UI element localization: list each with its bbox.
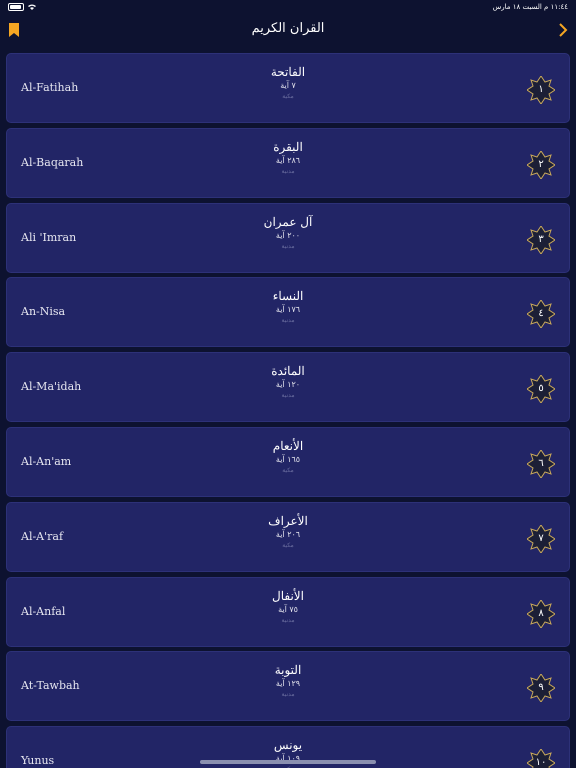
surah-number-badge: ٩ <box>527 674 555 703</box>
surah-row[interactable]: Al-Ma'idah المائدة ١٢٠ آية مدنية ٥ <box>6 352 570 423</box>
surah-number: ٢ <box>538 158 544 170</box>
surah-arabic-name: يونس <box>273 738 303 753</box>
surah-arabic-name: المائدة <box>271 364 305 379</box>
surah-info: الأنفال ٧٥ آية مدنية <box>7 588 569 626</box>
surah-ayat-count: ١٧٦ آية <box>275 305 301 315</box>
surah-ayat-count: ٢٠٦ آية <box>275 529 301 539</box>
surah-arabic-name: التوبة <box>274 663 302 678</box>
surah-revelation-place: مدنية <box>281 317 295 325</box>
surah-number-badge: ١ <box>527 76 555 104</box>
surah-ayat-count: ٧٥ آية <box>278 604 298 614</box>
surah-revelation-place: مدنية <box>281 691 295 699</box>
surah-number-badge: ٥ <box>527 375 555 404</box>
surah-ayat-count: ٢٨٦ آية <box>275 155 301 165</box>
surah-info: النساء ١٧٦ آية مدنية <box>7 288 569 326</box>
surah-number-badge: ٤ <box>527 300 555 329</box>
surah-info: الأنعام ١٦٥ آية مكية <box>7 438 569 476</box>
surah-number: ٨ <box>538 607 544 619</box>
surah-arabic-name: الأنعام <box>272 439 304 453</box>
surah-row[interactable]: Ali 'Imran آل عمران ٢٠٠ آية مدنية ٣ <box>6 202 570 273</box>
surah-number-badge: ٣ <box>527 225 555 254</box>
surah-info: الفاتحة ٧ آية مكية <box>7 64 569 102</box>
status-icons <box>8 3 36 11</box>
surah-revelation-place: مدنية <box>281 616 295 624</box>
surah-revelation-place: مدنية <box>281 242 295 250</box>
surah-info: آل عمران ٢٠٠ آية مدنية <box>7 214 569 252</box>
surah-row[interactable]: Al-A'raf الأعراف ٢٠٦ آية مكية ٧ <box>6 501 570 572</box>
surah-number: ٣ <box>538 233 544 245</box>
surah-revelation-place: مكية <box>282 467 294 474</box>
surah-number: ٧ <box>538 532 544 544</box>
home-indicator[interactable] <box>200 760 376 764</box>
surah-number-badge: ١٠ <box>527 749 555 768</box>
surah-revelation-place: مكية <box>282 93 294 100</box>
surah-revelation-place: مكية <box>282 541 294 549</box>
surah-arabic-name: الفاتحة <box>270 65 306 79</box>
surah-info: المائدة ١٢٠ آية مدنية <box>7 363 569 401</box>
surah-revelation-place: مدنية <box>281 167 295 175</box>
surah-arabic-name: الأعراف <box>268 513 308 528</box>
status-time: ١١:٤٤ م السبت ١٨ مارس <box>492 3 568 11</box>
surah-number: ١ <box>538 84 544 95</box>
surah-info: البقرة ٢٨٦ آية مدنية <box>7 139 569 177</box>
surah-revelation-place: مدنية <box>281 392 295 400</box>
surah-list: Al-Fatihah الفاتحة ٧ آية مكية ١ Al-Baqarah الب… <box>0 48 576 768</box>
surah-number: ١٠ <box>535 757 547 768</box>
surah-row[interactable]: Al-An'am الأنعام ١٦٥ آية مكية ٦ <box>6 427 570 497</box>
surah-row[interactable]: Al-Fatihah الفاتحة ٧ آية مكية ١ <box>6 53 570 123</box>
surah-number-badge: ٨ <box>527 599 555 628</box>
surah-arabic-name: آل عمران <box>263 214 313 229</box>
surah-number-badge: ٢ <box>527 150 555 179</box>
page-title: القران الكريم <box>251 21 325 36</box>
surah-ayat-count: ٧ آية <box>280 81 296 90</box>
surah-number: ٩ <box>538 682 544 694</box>
surah-number: ٥ <box>538 383 544 395</box>
surah-arabic-name: البقرة <box>273 139 303 154</box>
surah-arabic-name: النساء <box>272 289 304 304</box>
surah-row[interactable]: At-Tawbah التوبة ١٢٩ آية مدنية ٩ <box>6 651 570 722</box>
surah-ayat-count: ١٦٥ آية <box>275 455 301 464</box>
surah-number: ٤ <box>538 308 544 320</box>
surah-ayat-count: ١٢٩ آية <box>275 679 301 689</box>
nav-bar: القران الكريم <box>0 14 576 48</box>
chevron-right-icon[interactable] <box>558 22 568 38</box>
status-bar: ١١:٤٤ م السبت ١٨ مارس <box>0 0 576 14</box>
surah-row[interactable]: Al-Baqarah البقرة ٢٨٦ آية مدنية ٢ <box>6 127 570 198</box>
surah-arabic-name: الأنفال <box>272 588 304 603</box>
surah-row[interactable]: An-Nisa النساء ١٧٦ آية مدنية ٤ <box>6 277 570 348</box>
surah-row[interactable]: Al-Anfal الأنفال ٧٥ آية مدنية ٨ <box>6 576 570 647</box>
surah-info: التوبة ١٢٩ آية مدنية <box>7 662 569 700</box>
surah-number: ٦ <box>538 458 544 469</box>
battery-icon <box>8 3 24 11</box>
surah-number-badge: ٦ <box>527 450 555 478</box>
wifi-icon <box>28 4 36 10</box>
surah-ayat-count: ١٢٠ آية <box>275 380 301 390</box>
surah-number-badge: ٧ <box>527 524 555 553</box>
surah-ayat-count: ٢٠٠ آية <box>275 230 301 240</box>
surah-info: الأعراف ٢٠٦ آية مكية <box>7 513 569 551</box>
